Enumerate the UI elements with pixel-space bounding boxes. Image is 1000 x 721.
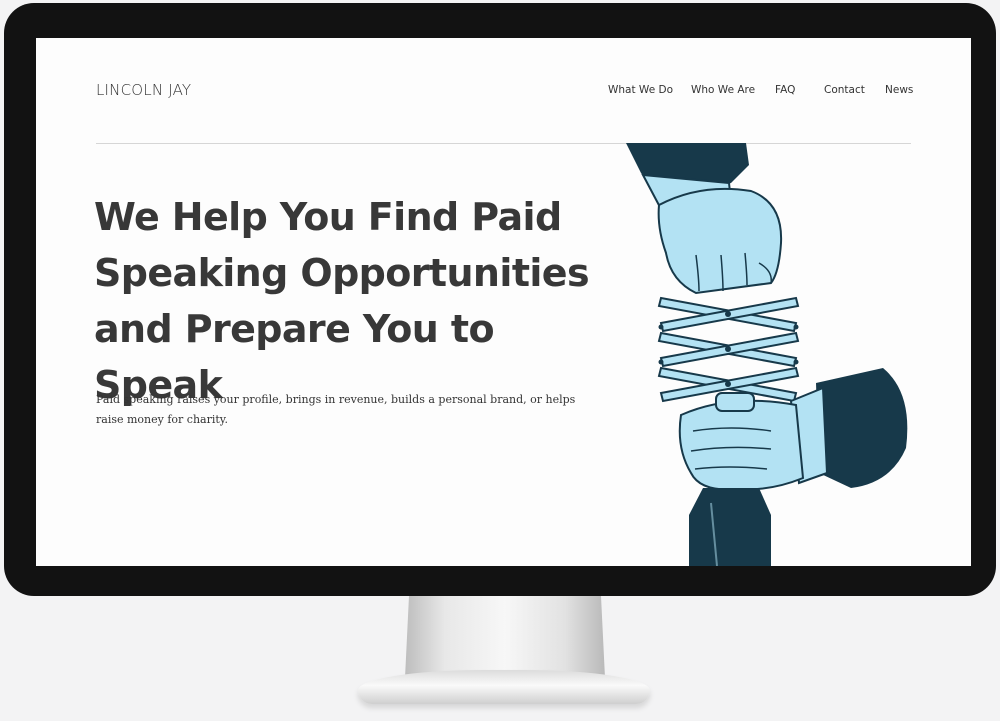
hero-subtitle: Paid speaking raises your profile, bring…: [96, 393, 576, 426]
hero-illustration: [621, 143, 921, 566]
monitor-frame: LINCOLN JAY What We Do Who We Are FAQ Co…: [4, 3, 996, 596]
nav-news[interactable]: News: [885, 84, 913, 96]
nav-contact[interactable]: Contact: [824, 84, 865, 96]
nav-who-we-are[interactable]: Who We Are: [691, 84, 755, 96]
nav-what-we-do[interactable]: What We Do: [608, 84, 673, 96]
nav-faq[interactable]: FAQ: [775, 84, 795, 96]
browser-viewport: LINCOLN JAY What We Do Who We Are FAQ Co…: [36, 38, 971, 566]
monitor-stand-base: [358, 670, 650, 704]
hero-title: We Help You Find Paid Speaking Opportuni…: [94, 195, 590, 407]
main-nav: What We Do Who We Are FAQ Contact News: [36, 84, 971, 100]
monitor-stand-neck: [405, 596, 605, 678]
